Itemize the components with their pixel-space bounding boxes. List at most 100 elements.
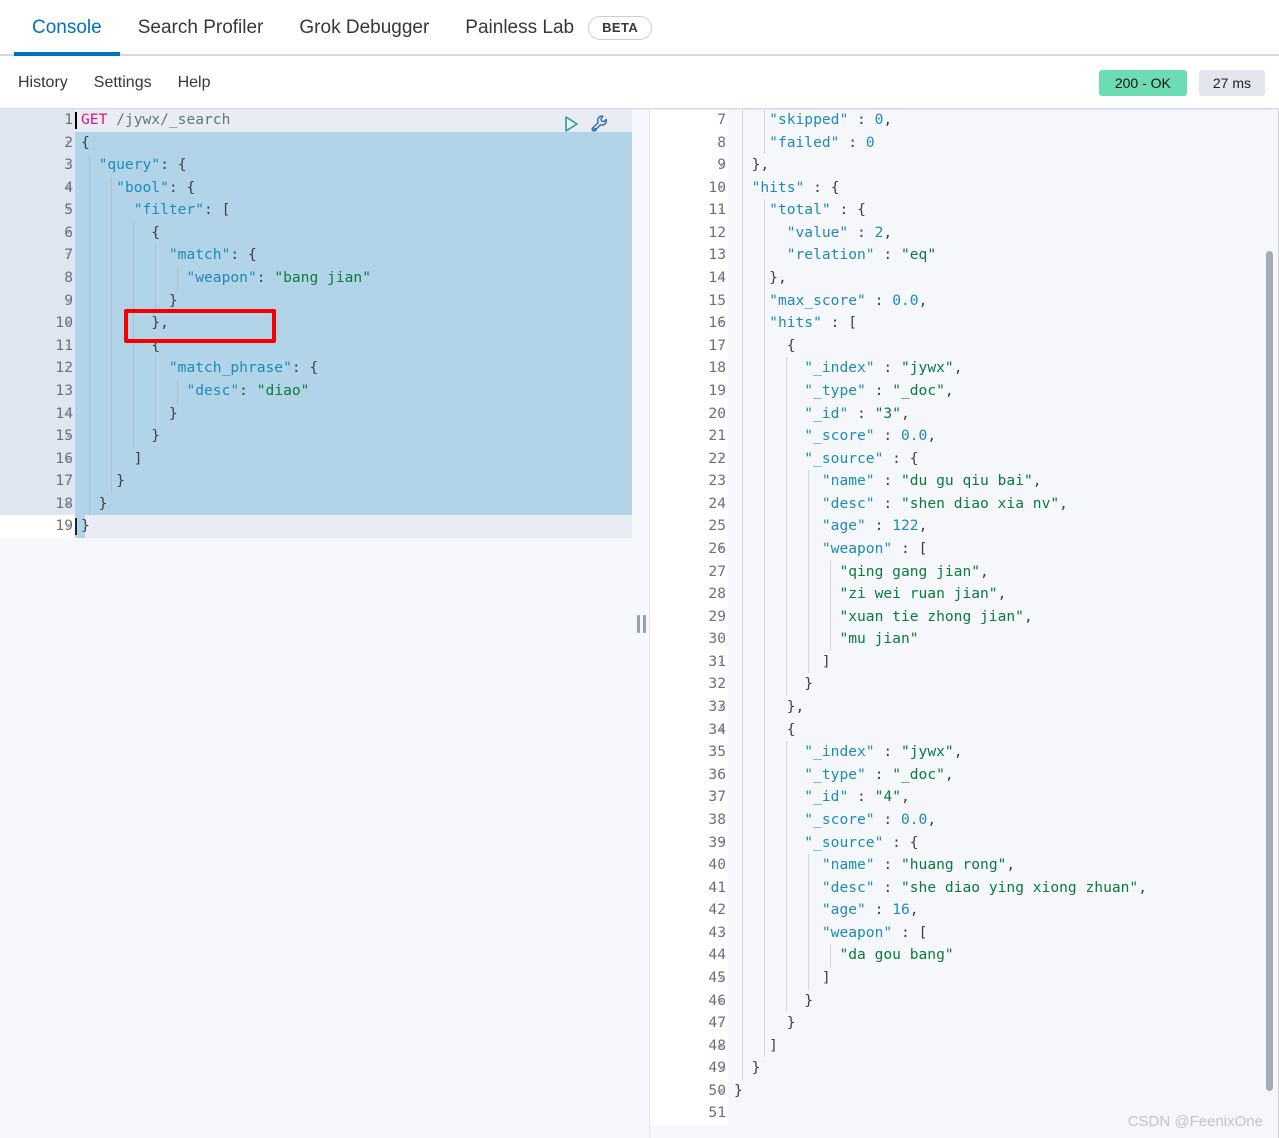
code-line: 48 ▴ ] <box>650 1034 1279 1058</box>
code-line: 13 "relation" : "eq" <box>650 244 1279 268</box>
request-editor-pane[interactable]: 1 GET /jywx/_search 2 ▾{3 ▾ "query": {4 ▾ "bo… <box>0 109 632 1138</box>
fold-toggle-icon[interactable]: ▾ <box>714 312 724 335</box>
pane-splitter[interactable] <box>632 109 650 1138</box>
fold-toggle-icon[interactable]: ▴ <box>61 425 71 448</box>
line-number: 14 ▴ <box>650 267 728 290</box>
response-viewer-pane[interactable]: 7 "skipped" : 0, 8 "failed" : 0 9 ▴ }, 10 ▾ "… <box>650 109 1279 1138</box>
play-icon[interactable] <box>562 115 580 133</box>
code-line: 41 "desc" : "she diao ying xiong zhuan", <box>650 876 1279 900</box>
code-text: } <box>75 470 632 493</box>
response-scrollbar[interactable] <box>1266 251 1273 1091</box>
fold-toggle-icon[interactable]: ▴ <box>61 515 71 538</box>
code-line: 44 "da gou bang" <box>650 944 1279 967</box>
fold-toggle-icon[interactable]: ▴ <box>714 1035 724 1058</box>
fold-toggle-icon[interactable]: ▾ <box>714 922 724 945</box>
code-text: "age" : 122, <box>728 515 1279 538</box>
code-text: "zi wei ruan jian", <box>728 583 1279 606</box>
code-text: "weapon" : [ <box>728 921 1279 945</box>
code-line: 49 ▴ } <box>650 1057 1279 1080</box>
line-number: 9 ▴ <box>650 154 728 177</box>
line-number: 39 ▾ <box>650 831 728 855</box>
fold-toggle-icon[interactable]: ▾ <box>61 132 71 155</box>
fold-toggle-icon[interactable]: ▴ <box>714 990 724 1013</box>
fold-toggle-icon[interactable]: ▴ <box>714 1080 724 1103</box>
subnav-help[interactable]: Help <box>178 74 211 92</box>
fold-toggle-icon[interactable]: ▾ <box>714 448 724 471</box>
code-line: 14 ▴ }, <box>650 267 1279 290</box>
fold-toggle-icon[interactable]: ▾ <box>61 244 71 267</box>
fold-toggle-icon[interactable]: ▴ <box>714 673 724 696</box>
fold-toggle-icon[interactable]: ▾ <box>61 357 71 380</box>
line-number: 35 <box>650 741 728 764</box>
fold-toggle-icon[interactable]: ▴ <box>714 267 724 290</box>
fold-toggle-icon[interactable]: ▾ <box>61 222 71 245</box>
tab-search-profiler[interactable]: Search Profiler <box>120 0 282 56</box>
line-number: 15 ▴ <box>0 425 75 448</box>
fold-toggle-icon[interactable]: ▾ <box>714 832 724 855</box>
request-editor-code[interactable]: 1 GET /jywx/_search 2 ▾{3 ▾ "query": {4 ▾ "bo… <box>0 109 632 1138</box>
fold-toggle-icon[interactable]: ▾ <box>714 177 724 200</box>
line-number: 32 ▴ <box>650 673 728 697</box>
fold-toggle-icon[interactable]: ▴ <box>714 1012 724 1035</box>
fold-toggle-icon[interactable]: ▴ <box>714 696 724 719</box>
code-line: 1 GET /jywx/_search <box>0 109 632 132</box>
code-line: 43 ▾ "weapon" : [ <box>650 921 1279 945</box>
code-text: GET /jywx/_search <box>75 109 632 132</box>
code-line: 10 ▾ "hits" : { <box>650 176 1279 200</box>
fold-toggle-icon[interactable]: ▾ <box>714 719 724 742</box>
code-line: 19 "_type" : "_doc", <box>650 379 1279 403</box>
line-number: 41 <box>650 876 728 900</box>
line-number: 40 <box>650 854 728 877</box>
fold-toggle-icon[interactable]: ▾ <box>714 538 724 561</box>
code-text: "_type" : "_doc", <box>728 763 1279 787</box>
code-text: } <box>75 289 632 313</box>
top-tab-bar: Console Search Profiler Grok Debugger Pa… <box>0 0 1279 56</box>
line-number: 1 <box>0 109 75 132</box>
code-line: 4 ▾ "bool": { <box>0 176 632 200</box>
tab-painless-lab[interactable]: Painless Lab <box>447 0 592 56</box>
fold-toggle-icon[interactable]: ▴ <box>61 403 71 426</box>
fold-toggle-icon[interactable]: ▴ <box>61 290 71 313</box>
fold-toggle-icon[interactable]: ▴ <box>714 1057 724 1080</box>
fold-toggle-icon[interactable]: ▴ <box>61 448 71 471</box>
code-text: "_id" : "4", <box>728 786 1279 809</box>
code-line: 12 ▾ "match_phrase": { <box>0 357 632 380</box>
code-line: 39 ▾ "_source" : { <box>650 831 1279 855</box>
code-line: 17 ▾ { <box>650 334 1279 358</box>
fold-toggle-icon[interactable]: ▴ <box>714 967 724 990</box>
subnav-history[interactable]: History <box>18 74 68 92</box>
code-text: "failed" : 0 <box>728 131 1279 155</box>
code-text: } <box>75 425 632 448</box>
code-line: 45 ▴ ] <box>650 966 1279 990</box>
fold-toggle-icon[interactable]: ▴ <box>61 493 71 516</box>
tab-console[interactable]: Console <box>14 0 120 56</box>
code-line: 20 "_id" : "3", <box>650 402 1279 426</box>
fold-toggle-icon[interactable]: ▾ <box>61 154 71 177</box>
code-text: ] <box>75 447 632 471</box>
code-line: 9 ▴ } <box>0 289 632 313</box>
fold-toggle-icon[interactable]: ▾ <box>714 335 724 358</box>
fold-toggle-icon[interactable]: ▴ <box>714 154 724 177</box>
code-text: "skipped" : 0, <box>728 109 1279 132</box>
code-text: "match": { <box>75 244 632 268</box>
tab-painless-lab-label: Painless Lab <box>465 17 575 38</box>
fold-toggle-icon[interactable]: ▾ <box>714 199 724 222</box>
tab-grok-debugger[interactable]: Grok Debugger <box>281 0 447 56</box>
line-number: 48 ▴ <box>650 1034 728 1058</box>
code-line: 22 ▾ "_source" : { <box>650 447 1279 471</box>
code-line: 33 ▴ }, <box>650 696 1279 719</box>
fold-toggle-icon[interactable]: ▴ <box>61 470 71 493</box>
code-line: 13 "desc": "diao" <box>0 379 632 403</box>
code-text: "weapon" : [ <box>728 537 1279 561</box>
fold-toggle-icon[interactable]: ▾ <box>61 199 71 222</box>
line-number: 19 ▴ <box>0 515 75 538</box>
fold-toggle-icon[interactable]: ▾ <box>61 335 71 358</box>
subnav-settings[interactable]: Settings <box>94 74 152 92</box>
code-text: "xuan tie zhong jian", <box>728 605 1279 629</box>
fold-toggle-icon[interactable]: ▾ <box>61 177 71 200</box>
code-text: "da gou bang" <box>728 944 1279 967</box>
fold-toggle-icon[interactable]: ▴ <box>61 312 71 335</box>
line-number: 44 <box>650 944 728 967</box>
wrench-icon[interactable] <box>590 114 610 134</box>
fold-toggle-icon[interactable]: ▴ <box>714 651 724 674</box>
